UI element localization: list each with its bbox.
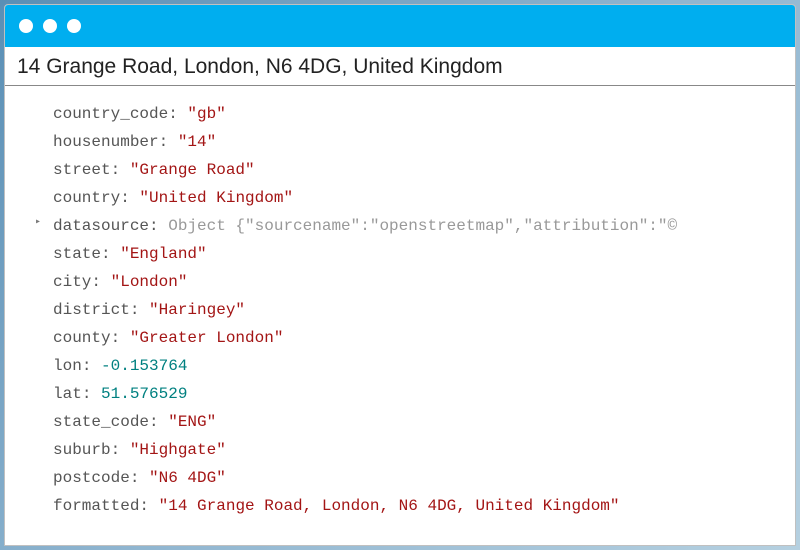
property-row: street: "Grange Road" (5, 156, 795, 184)
property-row: housenumber: "14" (5, 128, 795, 156)
property-key: housenumber (53, 133, 159, 151)
property-row: formatted: "14 Grange Road, London, N6 4… (5, 492, 795, 520)
property-row: lat: 51.576529 (5, 380, 795, 408)
property-row: city: "London" (5, 268, 795, 296)
json-viewer: country_code: "gb" housenumber: "14" str… (5, 86, 795, 520)
colon: : (139, 497, 158, 515)
property-value: "Haringey" (149, 301, 245, 319)
property-row-expandable: ▸ datasource: Object {"sourcename":"open… (5, 212, 795, 240)
colon: : (149, 217, 168, 235)
close-icon[interactable] (19, 19, 33, 33)
maximize-icon[interactable] (67, 19, 81, 33)
colon: : (91, 273, 110, 291)
property-key: city (53, 273, 91, 291)
colon: : (82, 385, 101, 403)
property-key: country (53, 189, 120, 207)
property-row: lon: -0.153764 (5, 352, 795, 380)
colon: : (168, 105, 187, 123)
colon: : (111, 161, 130, 179)
property-value: "gb" (187, 105, 225, 123)
colon: : (111, 441, 130, 459)
property-value[interactable]: Object {"sourcename":"openstreetmap","at… (168, 217, 677, 235)
property-value: "Grange Road" (130, 161, 255, 179)
property-key: postcode (53, 469, 130, 487)
property-key: suburb (53, 441, 111, 459)
property-key: datasource (53, 217, 149, 235)
property-row: district: "Haringey" (5, 296, 795, 324)
colon: : (130, 469, 149, 487)
colon: : (111, 329, 130, 347)
property-value: "ENG" (168, 413, 216, 431)
property-key: street (53, 161, 111, 179)
property-key: district (53, 301, 130, 319)
property-value: "14 Grange Road, London, N6 4DG, United … (159, 497, 620, 515)
property-value: "N6 4DG" (149, 469, 226, 487)
property-key: lon (53, 357, 82, 375)
property-value: "Greater London" (130, 329, 284, 347)
property-key: country_code (53, 105, 168, 123)
property-row: suburb: "Highgate" (5, 436, 795, 464)
property-row: postcode: "N6 4DG" (5, 464, 795, 492)
colon: : (82, 357, 101, 375)
property-key: lat (53, 385, 82, 403)
property-value: "London" (111, 273, 188, 291)
property-value: -0.153764 (101, 357, 187, 375)
address-title: 14 Grange Road, London, N6 4DG, United K… (5, 47, 795, 86)
titlebar (5, 5, 795, 47)
property-row: country_code: "gb" (5, 100, 795, 128)
content-pane: 14 Grange Road, London, N6 4DG, United K… (5, 47, 795, 545)
property-key: state (53, 245, 101, 263)
property-value: "14" (178, 133, 216, 151)
colon: : (101, 245, 120, 263)
property-row: state_code: "ENG" (5, 408, 795, 436)
property-key: state_code (53, 413, 149, 431)
minimize-icon[interactable] (43, 19, 57, 33)
property-key: county (53, 329, 111, 347)
colon: : (159, 133, 178, 151)
window-frame: 14 Grange Road, London, N6 4DG, United K… (4, 4, 796, 546)
property-row: county: "Greater London" (5, 324, 795, 352)
property-key: formatted (53, 497, 139, 515)
expand-arrow-icon[interactable]: ▸ (35, 214, 41, 232)
property-value: 51.576529 (101, 385, 187, 403)
property-value: "England" (120, 245, 206, 263)
colon: : (130, 301, 149, 319)
property-value: "Highgate" (130, 441, 226, 459)
property-row: state: "England" (5, 240, 795, 268)
property-value: "United Kingdom" (139, 189, 293, 207)
colon: : (120, 189, 139, 207)
property-row: country: "United Kingdom" (5, 184, 795, 212)
colon: : (149, 413, 168, 431)
